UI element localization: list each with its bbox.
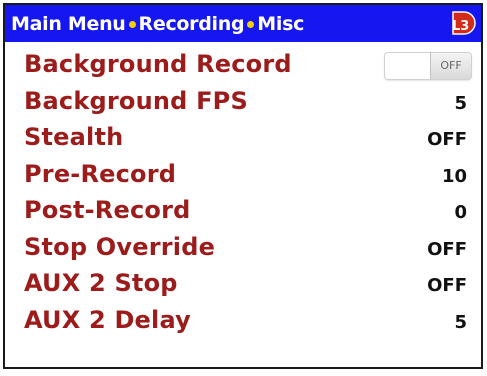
background-record-toggle[interactable]: OFF <box>385 53 471 79</box>
setting-label: Stop Override <box>24 232 216 261</box>
settings-list: Background Record OFF Background FPS 5 S… <box>5 49 481 341</box>
setting-pre-record[interactable]: Pre-Record 10 <box>5 159 481 196</box>
setting-value: OFF <box>427 129 467 150</box>
setting-value: 5 <box>454 311 467 333</box>
breadcrumb-recording[interactable]: Recording <box>139 13 245 35</box>
setting-stop-override[interactable]: Stop Override OFF <box>5 232 481 269</box>
breadcrumb-main-menu[interactable]: Main Menu <box>11 13 126 35</box>
setting-label: Background Record <box>24 50 292 78</box>
setting-label: Post-Record <box>24 196 191 224</box>
setting-label: Stealth <box>24 123 124 151</box>
setting-aux-2-delay[interactable]: AUX 2 Delay 5 <box>5 305 481 342</box>
setting-post-record[interactable]: Post-Record 0 <box>5 195 481 232</box>
l3-logo: L3 <box>452 11 476 35</box>
setting-value: 5 <box>454 92 467 114</box>
setting-value: OFF <box>427 275 467 296</box>
setting-label: Pre-Record <box>24 159 177 188</box>
breadcrumb-separator-dot <box>247 21 255 28</box>
setting-aux-2-stop[interactable]: AUX 2 Stop OFF <box>5 268 481 305</box>
breadcrumb-separator-dot <box>128 21 136 28</box>
setting-label: AUX 2 Delay <box>24 305 191 334</box>
setting-label: Background FPS <box>24 86 248 115</box>
setting-value: OFF <box>427 238 467 260</box>
breadcrumb-misc: Misc <box>257 12 305 35</box>
l3-logo-text: L3 <box>452 19 469 34</box>
header-bar: Main Menu Recording Misc L3 <box>5 5 481 42</box>
menu-screen: Main Menu Recording Misc L3 Background R… <box>3 3 483 369</box>
setting-background-fps[interactable]: Background FPS 5 <box>5 86 481 123</box>
setting-value: 10 <box>441 165 467 187</box>
toggle-off-label: OFF <box>430 53 471 79</box>
setting-background-record[interactable]: Background Record OFF <box>5 49 481 86</box>
setting-value: 0 <box>454 202 467 223</box>
setting-stealth[interactable]: Stealth OFF <box>5 122 481 159</box>
breadcrumb: Main Menu Recording Misc <box>11 13 304 35</box>
setting-label: AUX 2 Stop <box>24 269 178 297</box>
